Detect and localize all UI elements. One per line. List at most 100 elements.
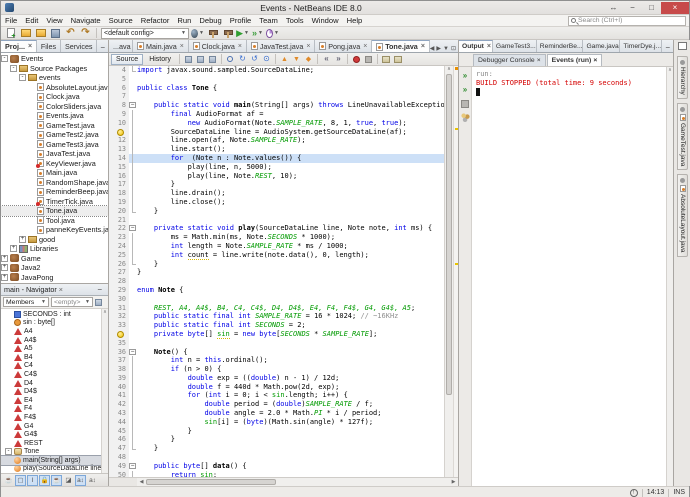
tree-item-good[interactable]: +good xyxy=(1,235,108,245)
menu-file[interactable]: File xyxy=(1,15,21,26)
tab-list-icon[interactable]: ▼ xyxy=(443,46,449,52)
member-sin-byte-[interactable]: sin : byte[] xyxy=(1,319,108,328)
redo-icon[interactable]: ↷ xyxy=(79,28,92,39)
scrollbar-thumb[interactable] xyxy=(146,479,276,485)
source-view-button[interactable]: Source xyxy=(111,54,143,65)
menu-edit[interactable]: Edit xyxy=(21,15,42,26)
output-tab-reminderbe[interactable]: ReminderBe... xyxy=(537,40,584,52)
forward-icon[interactable] xyxy=(207,54,218,65)
editor-tab-pongjava[interactable]: Pong.java× xyxy=(315,40,372,52)
projects-minimize-button[interactable]: − xyxy=(97,43,108,52)
output-scrollbar[interactable]: ∧ xyxy=(666,67,673,486)
close-icon[interactable]: × xyxy=(537,57,541,64)
collapse-icon[interactable]: - xyxy=(19,74,26,81)
navigator-scrollbar[interactable]: ∧ xyxy=(101,309,108,473)
tree-item-pannekeyevents-java[interactable]: panneKeyEvents.java xyxy=(1,225,108,235)
member-d4[interactable]: D4 xyxy=(1,379,108,388)
member-f4[interactable]: F4 xyxy=(1,405,108,414)
tab-files[interactable]: Files xyxy=(37,40,61,52)
editor-vertical-scrollbar[interactable]: ∧ xyxy=(444,66,453,477)
record-macro-icon[interactable] xyxy=(351,54,362,65)
tree-item-tone-java[interactable]: Tone.java xyxy=(1,206,108,216)
sort-source-button[interactable]: a↕ xyxy=(87,475,98,486)
menu-tools[interactable]: Tools xyxy=(282,15,308,26)
member-g4-[interactable]: G4$ xyxy=(1,430,108,439)
navigator-header[interactable]: main - Navigator × − xyxy=(1,284,108,296)
deploy-icon[interactable]: ▼ xyxy=(191,28,204,39)
navigator-table-icon[interactable] xyxy=(95,299,102,306)
tree-item-events-java[interactable]: Events.java xyxy=(1,111,108,121)
member-main-string-args-[interactable]: main(String[] args) xyxy=(1,456,108,465)
expand-icon[interactable]: + xyxy=(1,255,8,262)
expand-icon[interactable]: + xyxy=(10,245,17,252)
scroll-right-icon[interactable]: ▶ xyxy=(449,479,458,485)
menu-profile[interactable]: Profile xyxy=(226,15,256,26)
menu-help[interactable]: Help xyxy=(343,15,367,26)
member-a5[interactable]: A5 xyxy=(1,344,108,353)
tree-item-reminderbeep-java[interactable]: ReminderBeep.java xyxy=(1,187,108,197)
editor-tab-mainjava[interactable]: Main.java× xyxy=(133,40,189,52)
member-a4[interactable]: A4 xyxy=(1,327,108,336)
menu-navigate[interactable]: Navigate xyxy=(67,15,105,26)
close-icon[interactable]: × xyxy=(363,43,367,50)
new-file-icon[interactable] xyxy=(4,28,17,39)
close-icon[interactable]: × xyxy=(306,43,310,50)
expand-icon[interactable]: + xyxy=(19,236,26,243)
menu-debug[interactable]: Debug xyxy=(195,15,225,26)
warning-mark[interactable] xyxy=(455,128,458,130)
new-project-icon[interactable] xyxy=(19,28,32,39)
next-bookmark-icon[interactable]: ▼ xyxy=(291,54,302,65)
member-tone[interactable]: -Tone xyxy=(1,448,108,457)
tree-item-events[interactable]: -Events xyxy=(1,54,108,64)
tree-item-gametest3-java[interactable]: GameTest3.java xyxy=(1,140,108,150)
show-static-filter[interactable]: I xyxy=(27,475,38,486)
collapse-icon[interactable]: - xyxy=(1,55,8,62)
maximize-window-button[interactable]: □ xyxy=(642,2,661,14)
dock-tab-gametest-java[interactable]: GameTest.java xyxy=(677,103,688,170)
dock-tab-absolutelayout-java[interactable]: AbsoluteLayout.java xyxy=(677,174,688,257)
profile-project-icon[interactable]: ▼ xyxy=(266,28,279,39)
output-tab-timerdyej[interactable]: TimerDye.j... xyxy=(620,40,662,52)
collapse-icon[interactable]: - xyxy=(5,448,12,455)
fold-collapse-icon[interactable]: − xyxy=(129,102,136,108)
console-tab-debugger-console[interactable]: Debugger Console× xyxy=(473,54,546,66)
tree-item-randomshape-java[interactable]: RandomShape.java xyxy=(1,178,108,188)
tree-item-libraries[interactable]: +Libraries xyxy=(1,244,108,254)
navigator-scope-select[interactable]: <empty> ▼ xyxy=(51,297,93,307)
search-input[interactable]: Search (Ctrl+I) xyxy=(568,16,686,26)
tree-item-clock-java[interactable]: Clock.java xyxy=(1,92,108,102)
navigator-view-select[interactable]: Members ▼ xyxy=(3,297,49,307)
output-tab-output[interactable]: Output× xyxy=(459,40,493,52)
tree-item-colorsliders-java[interactable]: ColorSliders.java xyxy=(1,102,108,112)
collapse-icon[interactable]: - xyxy=(10,65,17,72)
close-window-button[interactable]: × xyxy=(661,2,689,14)
menu-run[interactable]: Run xyxy=(173,15,195,26)
tree-item-events[interactable]: -events xyxy=(1,73,108,83)
span-windows-button[interactable]: ↔ xyxy=(604,2,623,14)
output-tab-gamejava[interactable]: Game.java xyxy=(583,40,620,52)
expand-icon[interactable]: + xyxy=(1,264,8,271)
rerun-icon[interactable]: » xyxy=(460,70,471,81)
toggle-bookmark-icon[interactable]: ◆ xyxy=(303,54,314,65)
editor-tab-tonejava[interactable]: Tone.java× xyxy=(372,40,430,52)
shift-left-icon[interactable]: « xyxy=(321,54,332,65)
close-icon[interactable]: × xyxy=(28,43,32,50)
member-f4-[interactable]: F4$ xyxy=(1,413,108,422)
warning-mark[interactable] xyxy=(455,263,458,265)
minimize-window-button[interactable]: − xyxy=(623,2,642,14)
run-project-icon[interactable]: ▶▼ xyxy=(236,28,249,39)
tree-item-source-packages[interactable]: -Source Packages xyxy=(1,64,108,74)
maximize-editor-icon[interactable]: ⊡ xyxy=(451,45,456,52)
previous-bookmark-icon[interactable]: ▲ xyxy=(279,54,290,65)
uncomment-icon[interactable] xyxy=(393,54,404,65)
member-g4[interactable]: G4 xyxy=(1,422,108,431)
clean-build-icon[interactable] xyxy=(221,28,234,39)
tree-item-absolutelayout-java[interactable]: AbsoluteLayout.java xyxy=(1,83,108,93)
fold-collapse-icon[interactable]: − xyxy=(129,349,136,355)
member-play-sourcedataline-line-n[interactable]: play(SourceDataLine line, N xyxy=(1,465,108,473)
tree-item-java2[interactable]: +Java2 xyxy=(1,263,108,273)
dock-tab-hierarchy[interactable]: Hierarchy xyxy=(677,56,688,99)
fold-collapse-icon[interactable]: − xyxy=(129,463,136,469)
tree-item-gametest-java[interactable]: GameTest.java xyxy=(1,121,108,131)
fold-collapse-icon[interactable]: − xyxy=(129,225,136,231)
